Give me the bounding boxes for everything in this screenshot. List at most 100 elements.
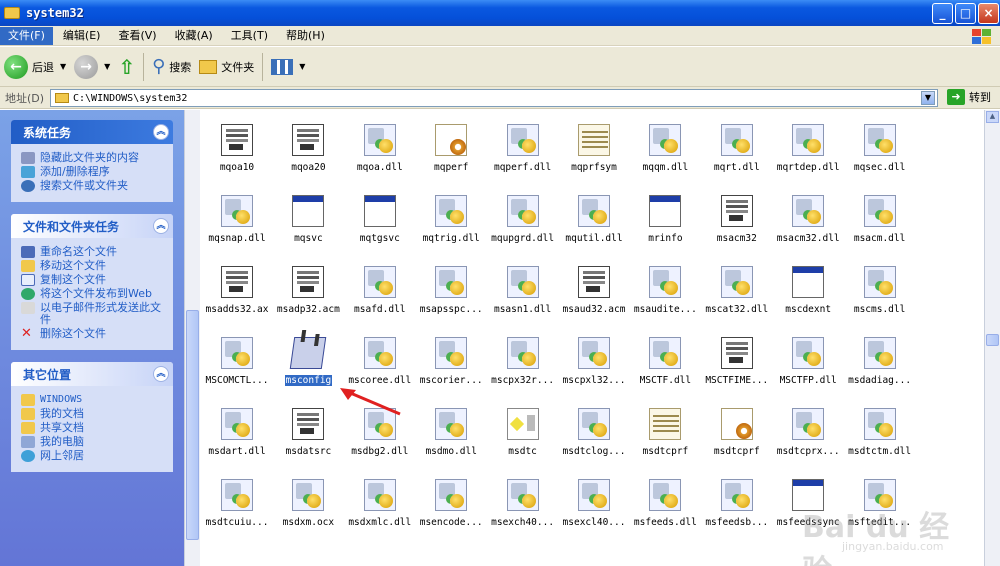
place-shared-documents[interactable]: 共享文档 <box>21 422 167 434</box>
file-item[interactable]: msconfig <box>272 323 344 391</box>
task-search-files[interactable]: 搜索文件或文件夹 <box>21 180 167 192</box>
file-item[interactable]: mqsvc <box>272 181 344 249</box>
file-item[interactable]: mscms.dll <box>844 252 916 320</box>
file-item[interactable]: msdxmlc.dll <box>344 465 416 533</box>
task-pane-scrollbar[interactable] <box>184 110 200 566</box>
file-item[interactable]: mqsnap.dll <box>201 181 273 249</box>
address-input[interactable] <box>73 92 913 104</box>
place-windows[interactable]: WINDOWS <box>21 394 167 406</box>
file-item[interactable]: msdmo.dll <box>415 394 487 462</box>
file-item[interactable]: msdtcuiu... <box>201 465 273 533</box>
scroll-up-icon[interactable]: ▲ <box>986 111 999 123</box>
file-item[interactable]: MSCTFP.dll <box>772 323 844 391</box>
file-item[interactable]: MSCTF.dll <box>629 323 701 391</box>
file-item[interactable]: msdart.dll <box>201 394 273 462</box>
go-button[interactable]: ➜ 转到 <box>943 89 991 105</box>
menu-favorites[interactable]: 收藏(A) <box>167 27 221 45</box>
file-item[interactable]: msexcl40... <box>558 465 630 533</box>
menu-help[interactable]: 帮助(H) <box>278 27 333 45</box>
file-item[interactable]: mqupgrd.dll <box>487 181 559 249</box>
file-item[interactable]: msdtctm.dll <box>844 394 916 462</box>
chevron-down-icon[interactable]: ▼ <box>104 62 110 71</box>
search-button[interactable]: ⚲ 搜索 <box>148 51 195 83</box>
task-publish-web[interactable]: 将这个文件发布到Web <box>21 288 167 300</box>
task-hide-folder-contents[interactable]: 隐藏此文件夹的内容 <box>21 152 167 164</box>
place-my-documents[interactable]: 我的文档 <box>21 408 167 420</box>
task-delete[interactable]: ✕ 删除这个文件 <box>21 327 167 340</box>
chevron-down-icon[interactable]: ▼ <box>299 62 305 71</box>
file-item[interactable]: msfeeds.dll <box>629 465 701 533</box>
file-item[interactable]: mscorier... <box>415 323 487 391</box>
task-rename[interactable]: 重命名这个文件 <box>21 246 167 258</box>
file-item[interactable]: msasn1.dll <box>487 252 559 320</box>
collapse-icon[interactable]: ︽ <box>153 124 169 140</box>
file-item[interactable]: mqperf.dll <box>487 110 559 178</box>
file-item[interactable]: mscoree.dll <box>344 323 416 391</box>
task-add-remove-programs[interactable]: 添加/删除程序 <box>21 166 167 178</box>
scrollbar-thumb[interactable] <box>186 310 199 540</box>
place-my-computer[interactable]: 我的电脑 <box>21 436 167 448</box>
system-tasks-header[interactable]: 系统任务 ︽ <box>11 120 173 144</box>
file-item[interactable]: mscdexnt <box>772 252 844 320</box>
file-item[interactable]: msafd.dll <box>344 252 416 320</box>
task-copy[interactable]: 复制这个文件 <box>21 274 167 286</box>
file-item[interactable]: msdtcprx... <box>772 394 844 462</box>
file-item[interactable]: msdxm.ocx <box>272 465 344 533</box>
place-network[interactable]: 网上邻居 <box>21 450 167 462</box>
file-item[interactable]: mqprfsym <box>558 110 630 178</box>
task-move[interactable]: 移动这个文件 <box>21 260 167 272</box>
file-item[interactable]: mqperf <box>415 110 487 178</box>
address-dropdown-icon[interactable]: ▼ <box>921 91 935 105</box>
close-button[interactable]: × <box>978 3 999 24</box>
up-button[interactable]: ⇧ <box>114 51 139 83</box>
address-field[interactable]: ▼ <box>50 89 938 107</box>
file-tasks-header[interactable]: 文件和文件夹任务 ︽ <box>11 214 173 238</box>
menu-view[interactable]: 查看(V) <box>110 27 164 45</box>
file-item[interactable]: mqrt.dll <box>701 110 773 178</box>
file-item[interactable]: mqoa20 <box>272 110 344 178</box>
task-email[interactable]: 以电子邮件形式发送此文件 <box>21 302 167 326</box>
file-item[interactable]: msaudite... <box>629 252 701 320</box>
file-item[interactable]: MSCOMCTL... <box>201 323 273 391</box>
forward-button[interactable]: → ▼ <box>70 51 114 83</box>
file-item[interactable]: mqtgsvc <box>344 181 416 249</box>
file-item[interactable]: msdtcprf <box>701 394 773 462</box>
scrollbar-thumb[interactable] <box>986 334 999 346</box>
file-list-scrollbar[interactable]: ▲ <box>984 110 1000 566</box>
file-item[interactable]: mscpx32r... <box>487 323 559 391</box>
file-item[interactable]: msdtclog... <box>558 394 630 462</box>
file-item[interactable]: msexch40... <box>487 465 559 533</box>
file-item[interactable]: msacm32.dll <box>772 181 844 249</box>
views-button[interactable]: ▼ <box>267 51 309 83</box>
file-item[interactable]: msacm32 <box>701 181 773 249</box>
file-item[interactable]: mqqm.dll <box>629 110 701 178</box>
file-item[interactable]: msdatsrc <box>272 394 344 462</box>
file-item[interactable]: mqoa.dll <box>344 110 416 178</box>
file-item[interactable]: msacm.dll <box>844 181 916 249</box>
file-item[interactable]: mqtrig.dll <box>415 181 487 249</box>
file-item[interactable]: mqrtdep.dll <box>772 110 844 178</box>
file-item[interactable]: msfeedsb... <box>701 465 773 533</box>
other-places-header[interactable]: 其它位置 ︽ <box>11 362 173 386</box>
file-item[interactable]: mscpxl32... <box>558 323 630 391</box>
title-bar[interactable]: system32 _ □ × <box>0 0 1000 26</box>
file-item[interactable]: msdtc <box>487 394 559 462</box>
back-button[interactable]: ← 后退 ▼ <box>0 51 70 83</box>
file-item[interactable]: msdtcprf <box>629 394 701 462</box>
file-item[interactable]: msadds32.ax <box>201 252 273 320</box>
file-item[interactable]: msapsspc... <box>415 252 487 320</box>
collapse-icon[interactable]: ︽ <box>153 366 169 382</box>
file-item[interactable]: mqutil.dll <box>558 181 630 249</box>
file-item[interactable]: msdadiag... <box>844 323 916 391</box>
file-item[interactable]: mscat32.dll <box>701 252 773 320</box>
chevron-down-icon[interactable]: ▼ <box>60 62 66 71</box>
file-item[interactable]: msaud32.acm <box>558 252 630 320</box>
maximize-button[interactable]: □ <box>955 3 976 24</box>
file-item[interactable]: mqsec.dll <box>844 110 916 178</box>
collapse-icon[interactable]: ︽ <box>153 218 169 234</box>
menu-tools[interactable]: 工具(T) <box>223 27 276 45</box>
file-item[interactable]: msencode... <box>415 465 487 533</box>
menu-edit[interactable]: 编辑(E) <box>55 27 109 45</box>
file-item[interactable]: mqoa10 <box>201 110 273 178</box>
minimize-button[interactable]: _ <box>932 3 953 24</box>
